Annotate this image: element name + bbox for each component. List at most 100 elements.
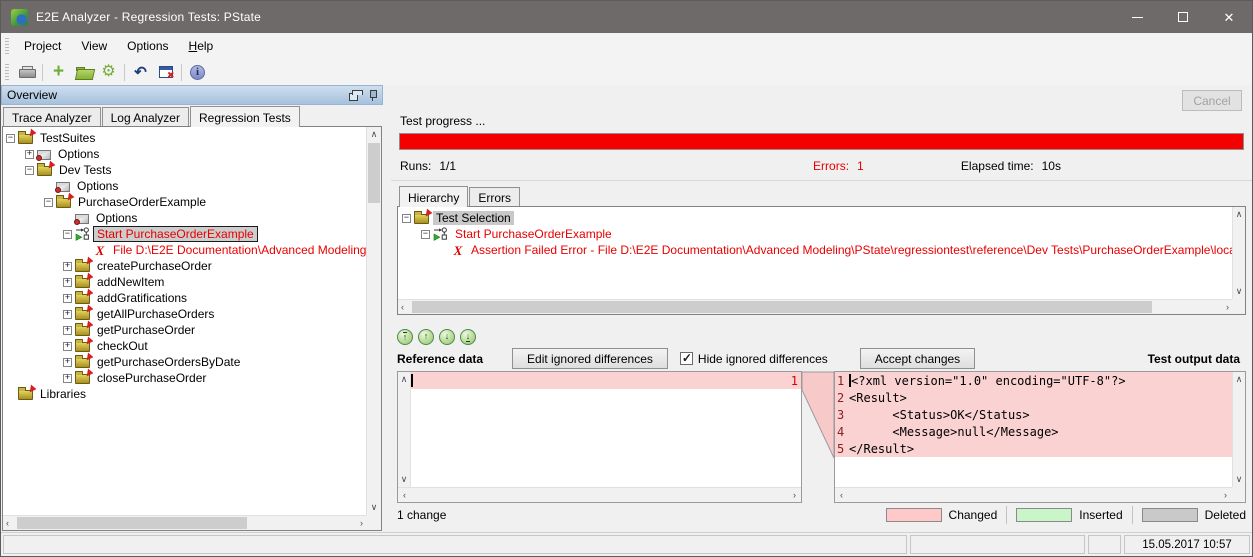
results-horizontal-scrollbar[interactable]: ‹ › xyxy=(398,299,1232,314)
horizontal-splitter[interactable] xyxy=(391,315,1252,325)
tree-expander-icon[interactable]: − xyxy=(63,230,72,239)
toolbar-gripper[interactable] xyxy=(5,64,9,81)
scroll-down-icon[interactable]: ∨ xyxy=(1233,475,1245,484)
tree-row[interactable]: −TestSuites xyxy=(6,130,366,146)
tree-expander-icon[interactable]: + xyxy=(63,294,72,303)
tab-hierarchy[interactable]: Hierarchy xyxy=(399,186,468,207)
tab-errors[interactable]: Errors xyxy=(469,187,520,206)
tree-expander-icon[interactable]: − xyxy=(6,134,15,143)
reference-data-pane[interactable]: ∧ ∨ 1 ‹ › xyxy=(397,371,802,503)
tree-row[interactable]: −Start PurchaseOrderExample xyxy=(402,226,1232,242)
info-button[interactable]: i xyxy=(185,61,210,84)
tree-expander-icon[interactable]: + xyxy=(63,262,72,271)
code-line[interactable]: 2<Result> xyxy=(835,389,1232,406)
output-code-lines[interactable]: 1<?xml version="1.0" encoding="UTF-8"?>2… xyxy=(835,372,1232,487)
tree-row[interactable]: Options xyxy=(6,210,366,226)
previous-change-button[interactable]: ↑ xyxy=(418,329,434,345)
scroll-right-icon[interactable]: › xyxy=(1223,300,1232,314)
first-change-button[interactable]: ↑ xyxy=(397,329,413,345)
tree-expander-icon[interactable]: + xyxy=(63,326,72,335)
tree-expander-icon[interactable]: − xyxy=(25,166,34,175)
code-line[interactable]: 4 <Message>null</Message> xyxy=(835,423,1232,440)
scrollbar-thumb[interactable] xyxy=(17,517,247,529)
reference-vertical-scrollbar[interactable]: ∧ ∨ xyxy=(398,372,411,487)
tree-row[interactable]: −PurchaseOrderExample xyxy=(6,194,366,210)
scroll-left-icon[interactable]: ‹ xyxy=(398,300,407,314)
scroll-down-icon[interactable]: ∨ xyxy=(1233,287,1245,296)
tree-row[interactable]: +addNewItem xyxy=(6,274,366,290)
tree-horizontal-scrollbar[interactable]: ‹ › xyxy=(3,515,366,530)
vertical-splitter[interactable] xyxy=(383,85,391,532)
scroll-left-icon[interactable]: ‹ xyxy=(3,516,12,530)
output-horizontal-scrollbar[interactable]: ‹ › xyxy=(835,487,1232,502)
code-line[interactable]: 1 xyxy=(411,372,801,389)
tree-expander-icon[interactable]: + xyxy=(25,150,34,159)
tree-row[interactable]: +closePurchaseOrder xyxy=(6,370,366,386)
scroll-up-icon[interactable]: ∧ xyxy=(367,130,381,139)
last-change-button[interactable]: ↓ xyxy=(460,329,476,345)
tree-vertical-scrollbar[interactable]: ∧ ∨ xyxy=(366,127,381,515)
error-log-button[interactable] xyxy=(153,61,178,84)
menu-item-project[interactable]: Project xyxy=(14,35,71,57)
tree-expander-icon[interactable]: + xyxy=(63,374,72,383)
print-button[interactable] xyxy=(14,61,39,84)
cancel-button[interactable]: Cancel xyxy=(1182,90,1242,111)
code-line[interactable]: 3 <Status>OK</Status> xyxy=(835,406,1232,423)
menubar-gripper[interactable] xyxy=(5,38,9,55)
menu-item-help[interactable]: Help xyxy=(179,35,224,57)
results-vertical-scrollbar[interactable]: ∧ ∨ xyxy=(1232,207,1245,299)
tree-row[interactable]: −Dev Tests xyxy=(6,162,366,178)
tree-row[interactable]: XAssertion Failed Error - File D:\E2E Do… xyxy=(402,242,1232,258)
tree-row[interactable]: +getPurchaseOrder xyxy=(6,322,366,338)
close-button[interactable]: ✕ xyxy=(1206,1,1252,33)
test-output-pane[interactable]: 1<?xml version="1.0" encoding="UTF-8"?>2… xyxy=(834,371,1246,503)
add-button[interactable]: + xyxy=(46,61,71,84)
scrollbar-thumb[interactable] xyxy=(412,301,1152,313)
menu-item-options[interactable]: Options xyxy=(117,35,178,57)
tree-row[interactable]: −Test Selection xyxy=(402,210,1232,226)
next-change-button[interactable]: ↓ xyxy=(439,329,455,345)
reference-code-lines[interactable]: 1 xyxy=(411,372,801,487)
tab-regression-tests[interactable]: Regression Tests xyxy=(190,106,300,127)
scroll-right-icon[interactable]: › xyxy=(357,516,366,530)
tree-row[interactable]: +createPurchaseOrder xyxy=(6,258,366,274)
accept-changes-button[interactable]: Accept changes xyxy=(860,348,975,369)
tree-row[interactable]: +checkOut xyxy=(6,338,366,354)
menu-item-view[interactable]: View xyxy=(71,35,117,57)
minimize-button[interactable] xyxy=(1114,1,1160,33)
scroll-right-icon[interactable]: › xyxy=(1221,488,1230,502)
tree-expander-icon[interactable]: + xyxy=(63,278,72,287)
tree-row[interactable]: +Options xyxy=(6,146,366,162)
tree-row[interactable]: −Start PurchaseOrderExample xyxy=(6,226,366,242)
tree-row[interactable]: +getAllPurchaseOrders xyxy=(6,306,366,322)
hide-ignored-differences-control[interactable]: Hide ignored differences xyxy=(680,352,828,366)
scroll-left-icon[interactable]: ‹ xyxy=(400,488,409,502)
tab-log-analyzer[interactable]: Log Analyzer xyxy=(102,107,189,126)
code-line[interactable]: 1<?xml version="1.0" encoding="UTF-8"?> xyxy=(835,372,1232,389)
code-line[interactable]: 5</Result> xyxy=(835,440,1232,457)
scrollbar-thumb[interactable] xyxy=(368,143,380,203)
tree-row[interactable]: +getPurchaseOrdersByDate xyxy=(6,354,366,370)
scroll-down-icon[interactable]: ∨ xyxy=(398,475,410,484)
scroll-up-icon[interactable]: ∧ xyxy=(1233,210,1245,219)
scroll-right-icon[interactable]: › xyxy=(790,488,799,502)
scroll-up-icon[interactable]: ∧ xyxy=(398,375,410,384)
scroll-left-icon[interactable]: ‹ xyxy=(837,488,846,502)
reference-horizontal-scrollbar[interactable]: ‹ › xyxy=(398,487,801,502)
edit-ignored-differences-button[interactable]: Edit ignored differences xyxy=(512,348,668,369)
scroll-up-icon[interactable]: ∧ xyxy=(1233,375,1245,384)
scroll-down-icon[interactable]: ∨ xyxy=(367,503,381,512)
tab-trace-analyzer[interactable]: Trace Analyzer xyxy=(3,107,101,126)
undo-button[interactable]: ↶ xyxy=(128,61,153,84)
tree-row[interactable]: Options xyxy=(6,178,366,194)
tree-row[interactable]: Libraries xyxy=(6,386,366,402)
tree-expander-icon[interactable]: − xyxy=(44,198,53,207)
tree-row[interactable]: XFile D:\E2E Documentation\Advanced Mode… xyxy=(6,242,366,258)
tree-expander-icon[interactable]: + xyxy=(63,358,72,367)
tree-expander-icon[interactable]: − xyxy=(402,214,411,223)
open-button[interactable] xyxy=(71,61,96,84)
float-panel-icon[interactable] xyxy=(349,93,358,101)
tree-expander-icon[interactable]: + xyxy=(63,342,72,351)
tree-expander-icon[interactable]: − xyxy=(421,230,430,239)
hide-ignored-differences-checkbox[interactable] xyxy=(680,352,693,365)
